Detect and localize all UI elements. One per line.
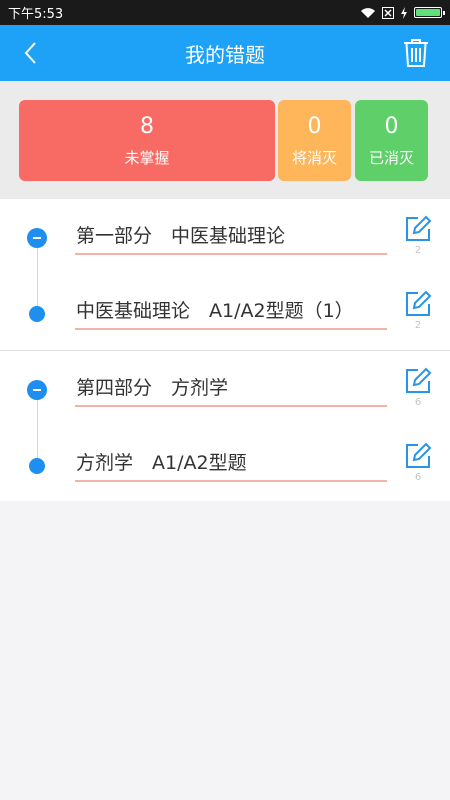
app-header: 我的错题 [0, 25, 450, 81]
unmastered-stat[interactable]: 8 未掌握 [19, 100, 275, 181]
chapter-group: 第四部分 方剂学 6 方剂学 A1/A2型题 6 [0, 350, 450, 501]
pending-stat[interactable]: 0 将消灭 [278, 100, 351, 181]
delete-button[interactable] [400, 37, 432, 69]
eliminated-stat[interactable]: 0 已消灭 [355, 100, 428, 181]
unmastered-label: 未掌握 [124, 149, 170, 167]
battery-icon [414, 7, 445, 18]
edit-icon[interactable] [404, 442, 432, 470]
eliminated-label: 已消灭 [368, 149, 414, 167]
chapter-row: 第一部分 中医基础理论 2 [0, 199, 450, 274]
wrong-question-list: 第一部分 中医基础理论 2 中医基础理论 A1/A2型题（1） 2 第四部分 方… [0, 199, 450, 501]
chapter-row: 第四部分 方剂学 6 [0, 351, 450, 426]
chapter-group: 第一部分 中医基础理论 2 中医基础理论 A1/A2型题（1） 2 [0, 199, 450, 350]
section-row: 中医基础理论 A1/A2型题（1） 2 [0, 274, 450, 349]
pending-label: 将消灭 [291, 149, 337, 167]
bullet-dot [29, 306, 45, 322]
page-title: 我的错题 [185, 42, 265, 67]
title-underline [75, 480, 387, 482]
status-icons [360, 6, 445, 19]
chevron-left-icon [24, 42, 36, 64]
status-bar: 下午5:53 [0, 0, 450, 25]
edit-icon[interactable] [404, 215, 432, 243]
edit-icon[interactable] [404, 290, 432, 318]
question-count: 2 [414, 320, 422, 331]
chapter-title[interactable]: 第一部分 中医基础理论 [76, 221, 285, 248]
title-underline [75, 405, 387, 407]
section-title[interactable]: 中医基础理论 A1/A2型题（1） [76, 296, 354, 323]
collapse-icon[interactable] [27, 228, 47, 248]
unmastered-count: 8 [140, 114, 154, 139]
collapse-icon[interactable] [27, 380, 47, 400]
question-count: 2 [414, 245, 422, 256]
question-count: 6 [414, 472, 422, 483]
bullet-dot [29, 458, 45, 474]
status-time: 下午5:53 [8, 7, 64, 22]
trash-icon [404, 39, 428, 67]
stats-panel: 8 未掌握 0 将消灭 0 已消灭 [0, 81, 450, 199]
section-title[interactable]: 方剂学 A1/A2型题 [76, 448, 247, 475]
question-count: 6 [414, 397, 422, 408]
wifi-icon [361, 7, 375, 18]
chapter-title[interactable]: 第四部分 方剂学 [76, 373, 228, 400]
title-underline [75, 253, 387, 255]
no-sim-icon [382, 6, 394, 19]
eliminated-count: 0 [384, 114, 399, 139]
back-button[interactable] [12, 35, 48, 71]
charging-icon [401, 6, 407, 19]
edit-icon[interactable] [404, 367, 432, 395]
empty-area [0, 501, 450, 800]
title-underline [75, 328, 387, 330]
section-row: 方剂学 A1/A2型题 6 [0, 426, 450, 501]
pending-count: 0 [307, 114, 322, 139]
